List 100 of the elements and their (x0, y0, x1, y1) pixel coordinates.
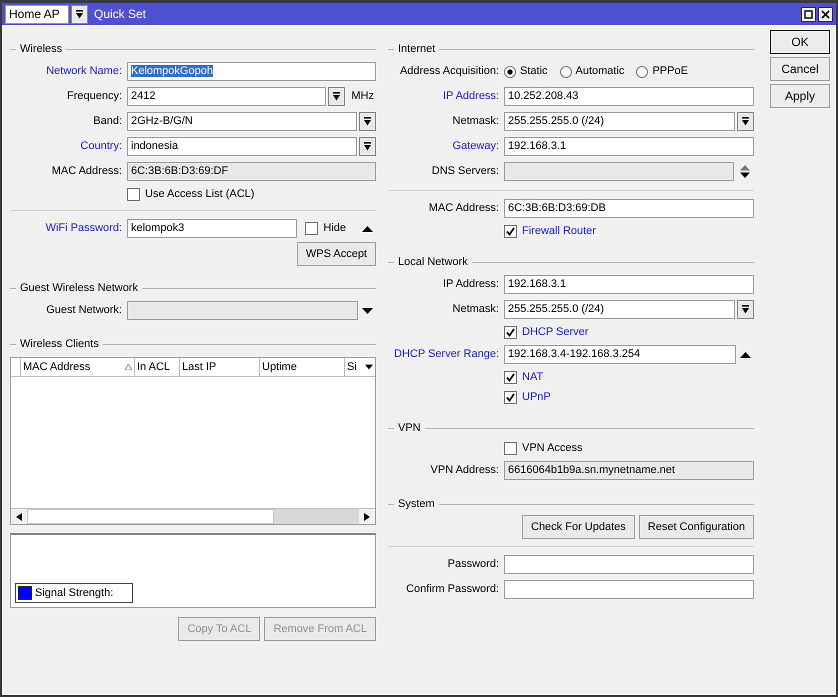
action-button[interactable]: Reset Configuration (638, 515, 754, 539)
checkbox[interactable] (504, 390, 517, 404)
input-field[interactable]: 255.255.255.0 (/24) (504, 112, 735, 131)
radio-button[interactable] (504, 66, 516, 78)
down-arrow-icon (365, 364, 373, 370)
field-label: Network Name: (45, 64, 122, 80)
column-header[interactable]: Last IP (180, 358, 260, 376)
field-label: Band: (92, 114, 122, 130)
column-header[interactable]: In ACL (135, 358, 180, 376)
unit-label: MHz (351, 89, 374, 104)
dropdown-button[interactable] (71, 4, 88, 24)
legend-label: Signal Strength: (35, 586, 114, 601)
dialog-button[interactable]: Cancel (770, 57, 830, 81)
checkbox[interactable] (504, 326, 517, 338)
checkbox-label: DHCP Server (522, 324, 588, 340)
input-field[interactable]: 6C:3B:6B:D3:69:DB (504, 199, 754, 218)
field-label: Frequency: (66, 89, 122, 104)
checkbox-label: UPnP (522, 390, 551, 405)
section-heading: System (398, 496, 435, 512)
right-arrow-icon (364, 512, 370, 520)
horizontal-scrollbar[interactable] (11, 508, 375, 524)
checkbox-label: Firewall Router (522, 224, 596, 239)
section-heading: Guest Wireless Network (20, 280, 138, 296)
field-label: Password: (446, 557, 499, 572)
field-label: Netmask: (452, 114, 499, 130)
down-arrow-icon (362, 308, 372, 314)
section-heading: Internet (398, 42, 436, 57)
input-field[interactable] (504, 555, 754, 574)
field-label: Confirm Password: (405, 582, 499, 598)
input-field[interactable]: kelompok3 (127, 219, 297, 238)
down-arrow-icon (75, 10, 84, 18)
field-label: IP Address: (442, 277, 499, 292)
dialog-button[interactable]: Apply (770, 84, 830, 108)
action-button[interactable]: WPS Accept (296, 242, 376, 266)
action-button[interactable]: Check For Updates (522, 515, 635, 539)
dialog-button[interactable]: OK (770, 30, 830, 54)
input-field[interactable]: KelompokGopoh (127, 62, 376, 81)
checkbox[interactable] (504, 224, 517, 238)
checkbox[interactable] (504, 442, 517, 454)
field-label: WiFi Password: (44, 221, 122, 236)
close-icon (821, 10, 830, 18)
up-down-arrow-icon (740, 165, 750, 178)
input-field[interactable] (504, 580, 754, 599)
check-icon (506, 392, 515, 402)
field-label: Country: (79, 139, 122, 154)
field-label: VPN Address: (430, 463, 499, 478)
section-heading: Wireless Clients (20, 336, 99, 352)
field-label: MAC Address: (428, 201, 499, 216)
checkbox-label: VPN Access (522, 440, 583, 456)
column-header[interactable]: Si (345, 358, 363, 376)
field-label: Gateway: (452, 139, 499, 154)
check-icon (506, 372, 515, 382)
sort-icon (125, 364, 132, 370)
down-arrow-icon (741, 117, 750, 126)
field-label: Guest Network: (45, 303, 122, 318)
dropdown-button[interactable] (328, 87, 346, 106)
checkbox[interactable] (305, 222, 318, 235)
close-button[interactable] (818, 6, 833, 22)
check-icon (506, 328, 515, 336)
mode-dropdown[interactable]: Home AP (5, 4, 69, 24)
radio-label: Automatic (576, 64, 624, 80)
checkbox[interactable] (127, 188, 140, 200)
checkbox-label: NAT (522, 370, 544, 385)
up-arrow-icon (740, 352, 750, 358)
field-label: DNS Servers: (430, 164, 499, 180)
section-heading: Local Network (398, 254, 468, 270)
dropdown-button[interactable] (737, 300, 754, 319)
input-field[interactable]: 192.168.3.1 (504, 275, 754, 294)
radio-label: PPPoE (652, 64, 688, 80)
dropdown-button[interactable] (359, 112, 376, 131)
field-label: MAC Address: (50, 164, 122, 180)
down-arrow-icon (332, 92, 342, 101)
down-arrow-icon (741, 305, 750, 314)
dropdown-button[interactable] (359, 137, 376, 156)
input-field[interactable]: 2412 (127, 87, 326, 106)
column-header[interactable]: MAC Address (21, 358, 135, 376)
radio-button[interactable] (560, 66, 572, 78)
field-label: Address Acquisition: (398, 64, 499, 80)
restore-button[interactable] (801, 6, 816, 22)
checkbox[interactable] (504, 370, 517, 384)
column-header[interactable]: Uptime (260, 358, 345, 376)
radio-button[interactable] (636, 66, 648, 78)
input-field[interactable]: 192.168.3.4-192.168.3.254 (504, 345, 736, 364)
input-field[interactable]: 2GHz-B/G/N (127, 112, 357, 131)
section-heading: VPN (398, 420, 421, 436)
section-heading: Wireless (20, 42, 62, 57)
restore-icon (804, 10, 813, 18)
up-arrow-icon (362, 226, 372, 232)
checkbox-label: Hide (323, 221, 346, 236)
input-field[interactable]: 192.168.3.1 (504, 137, 754, 156)
input-field[interactable]: 10.252.208.43 (504, 87, 754, 106)
down-arrow-icon (363, 117, 372, 126)
input-field[interactable]: indonesia (127, 137, 357, 156)
radio-dot-icon (507, 68, 513, 74)
left-arrow-icon (16, 512, 22, 520)
field-label: DHCP Server Range: (393, 347, 499, 362)
input-field[interactable]: 255.255.255.0 (/24) (504, 300, 735, 319)
radio-label: Static (520, 64, 548, 80)
window-title: Quick Set (94, 6, 146, 23)
dropdown-button[interactable] (737, 112, 754, 131)
